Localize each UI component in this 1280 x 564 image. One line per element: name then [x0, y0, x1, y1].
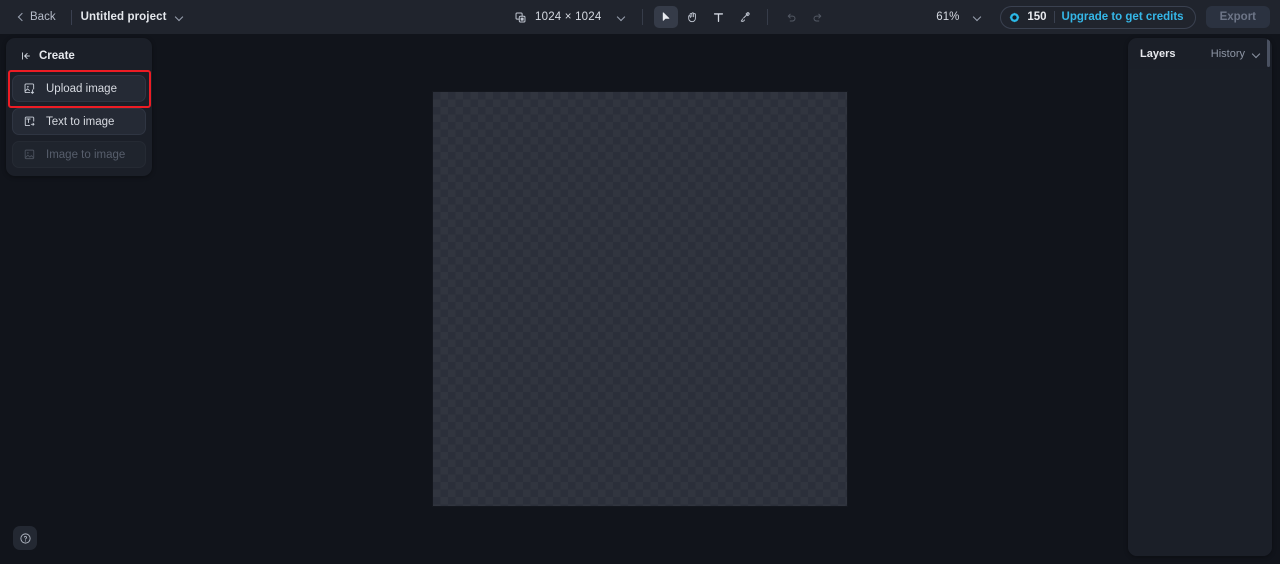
- credits-count: 150: [1027, 11, 1047, 23]
- redo-arrow-icon: [811, 11, 824, 24]
- chevron-down-icon-project[interactable]: [174, 12, 184, 22]
- select-tool-button[interactable]: [654, 6, 679, 28]
- topbar-right-cluster: 61% 150 Upgrade to get credits Export: [930, 0, 1270, 34]
- credits-pill[interactable]: 150 Upgrade to get credits: [1000, 5, 1196, 29]
- tab-layers[interactable]: Layers: [1140, 48, 1175, 60]
- canvas-size-label: 1024 × 1024: [535, 11, 602, 23]
- toolbar-separator-1: [642, 9, 644, 25]
- image-to-image-icon: [23, 148, 36, 161]
- chevron-down-icon-zoom: [972, 12, 982, 22]
- toolbar-separator-2: [767, 9, 769, 25]
- tab-history[interactable]: History: [1211, 48, 1261, 60]
- hand-tool-button[interactable]: [680, 6, 704, 28]
- back-button[interactable]: Back: [10, 7, 62, 27]
- text-to-image-label: Text to image: [46, 115, 115, 128]
- create-panel-title: Create: [39, 50, 75, 62]
- top-toolbar: Back Untitled project 1024 × 1024 61% 15…: [0, 0, 1280, 34]
- topbar-center-cluster: 1024 × 1024: [508, 0, 830, 34]
- chevron-down-icon-history: [1251, 49, 1261, 59]
- zoom-level-button[interactable]: 61%: [930, 7, 988, 27]
- layers-panel-scrollbar[interactable]: [1267, 39, 1270, 67]
- upload-image-label: Upload image: [46, 82, 117, 95]
- layers-list[interactable]: [1128, 70, 1272, 556]
- undo-arrow-icon: [785, 11, 798, 24]
- app-root: Back Untitled project 1024 × 1024 61% 15…: [0, 0, 1280, 564]
- chevron-down-icon-canvas-size: [616, 12, 626, 22]
- upload-image-item[interactable]: Upload image: [12, 75, 146, 102]
- tab-history-label: History: [1210, 47, 1245, 60]
- transparent-artboard[interactable]: [433, 92, 847, 506]
- brush-tool-button[interactable]: [732, 6, 756, 28]
- topbar-left-cluster: Back Untitled project: [0, 0, 184, 34]
- canvas-size-button[interactable]: 1024 × 1024: [508, 7, 632, 28]
- help-question-icon: [19, 532, 32, 545]
- layers-panel-header: Layers History: [1128, 38, 1272, 70]
- create-panel: Create Upload image Text to image Image …: [6, 38, 152, 176]
- chevron-left-icon: [16, 13, 25, 22]
- text-to-image-item[interactable]: Text to image: [12, 108, 146, 135]
- canvas-resize-icon: [514, 11, 527, 24]
- back-button-label: Back: [30, 11, 56, 23]
- credit-coin-icon: [1009, 12, 1020, 23]
- collapse-panel-left-icon[interactable]: [20, 50, 32, 62]
- text-to-image-icon: [23, 115, 36, 128]
- upgrade-link[interactable]: Upgrade to get credits: [1062, 11, 1184, 23]
- create-panel-header: Create: [12, 45, 146, 69]
- zoom-level-label: 61%: [936, 11, 960, 23]
- image-to-image-label: Image to image: [46, 148, 126, 161]
- text-tool-button[interactable]: [706, 6, 730, 28]
- hand-icon: [686, 11, 699, 24]
- image-to-image-item: Image to image: [12, 141, 146, 168]
- undo-button[interactable]: [779, 6, 803, 28]
- topbar-divider: [70, 9, 72, 25]
- help-button[interactable]: [13, 526, 37, 550]
- layers-panel: Layers History: [1128, 38, 1272, 556]
- canvas-workspace[interactable]: [0, 34, 1280, 564]
- upload-image-icon: [23, 82, 36, 95]
- credits-divider: [1053, 11, 1055, 23]
- project-title: Untitled project: [80, 11, 167, 23]
- redo-button[interactable]: [805, 6, 829, 28]
- export-button[interactable]: Export: [1205, 6, 1270, 28]
- paintbrush-icon: [738, 11, 751, 24]
- cursor-arrow-icon: [660, 11, 673, 24]
- text-t-icon: [712, 11, 725, 24]
